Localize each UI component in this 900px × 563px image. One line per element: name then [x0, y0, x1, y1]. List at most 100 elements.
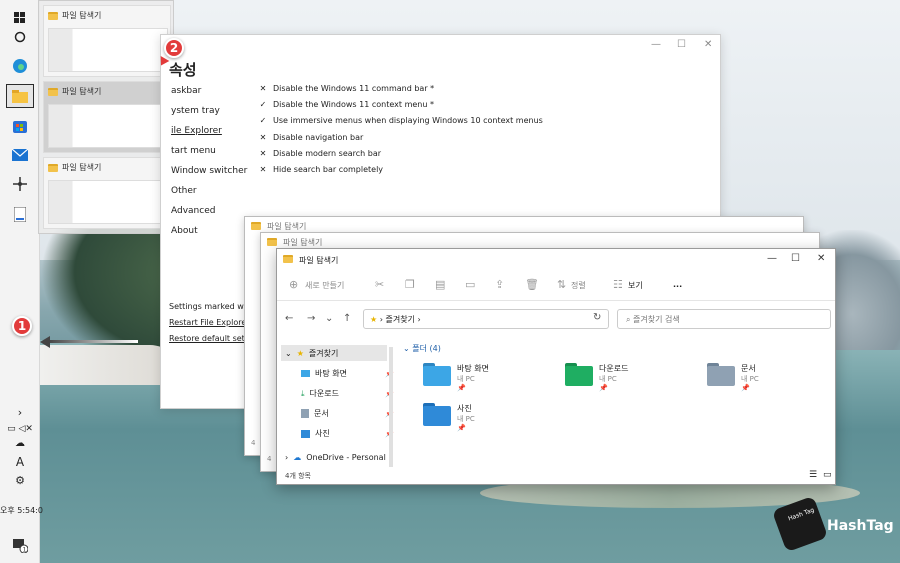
nav-start-menu[interactable]: tart menu — [171, 146, 216, 156]
thumbnail-title: 파일 탐색기 — [62, 163, 102, 172]
address-bar[interactable]: ★ › 즐겨찾기 › — [363, 309, 609, 329]
option-label: Disable the Windows 11 context menu * — [273, 100, 434, 109]
folder-icon — [48, 11, 58, 20]
properties-title: 속성 — [169, 61, 197, 79]
option-row[interactable]: ✕ Disable navigation bar — [259, 133, 364, 142]
option-row[interactable]: ✓ Disable the Windows 11 context menu * — [259, 100, 434, 109]
tile-sub: 내 PC — [741, 375, 759, 383]
file-explorer-icon[interactable] — [6, 84, 34, 108]
view-icon: ☷ — [613, 278, 623, 291]
move-icon[interactable] — [6, 172, 34, 196]
more-button[interactable]: ... — [673, 280, 682, 289]
store-icon[interactable] — [6, 114, 34, 138]
minimize-icon[interactable]: — — [767, 253, 777, 264]
new-button[interactable]: 새로 만들기 — [305, 280, 344, 291]
thumbnail-window[interactable]: 파일 탐색기 — [43, 157, 171, 229]
desktop-icon — [301, 370, 310, 377]
nav-advanced[interactable]: Advanced — [171, 206, 215, 216]
tiles-view-icon[interactable]: ▭ — [823, 470, 832, 480]
taskbar: › ▭ ◁✕ ☁ A ⚙ 오후 5:54:0 1 — [0, 0, 43, 563]
nav-other[interactable]: Other — [171, 186, 197, 196]
section-header[interactable]: ⌄ 폴더 (4) — [403, 343, 441, 354]
sidebar-item-desktop[interactable]: 바탕 화면 📌 — [301, 368, 394, 379]
arrow-head-icon — [40, 336, 50, 348]
search-input[interactable]: ⌕ 즐겨찾기 검색 — [617, 309, 831, 329]
copy-icon[interactable]: ❐ — [405, 278, 415, 291]
sidebar-scrollbar[interactable] — [389, 347, 393, 467]
star-icon: ★ — [370, 315, 378, 324]
sort-icon: ⇅ — [557, 278, 567, 291]
status-count: 4 — [267, 455, 272, 463]
forward-icon[interactable]: → — [307, 313, 315, 324]
nav-about[interactable]: About — [171, 226, 198, 236]
cut-icon[interactable]: ✂ — [375, 278, 384, 291]
mail-icon[interactable] — [6, 143, 34, 167]
tile-name: 문서 — [741, 364, 756, 373]
minimize-icon[interactable]: — — [651, 39, 661, 50]
file-explorer-window: 파일 탐색기 — ☐ ✕ ⊕ 새로 만들기 ✂ ❐ ▤ ▭ ⇪ 🗑 ⇅ 정렬 ☷… — [276, 248, 836, 485]
maximize-icon[interactable]: ☐ — [677, 39, 686, 50]
rename-icon[interactable]: ▭ — [465, 278, 475, 291]
close-icon[interactable]: ✕ — [704, 39, 712, 50]
paste-icon[interactable]: ▤ — [435, 278, 445, 291]
taskbar-clock[interactable]: 오후 5:54:0 — [0, 505, 43, 516]
nav-window-switcher[interactable]: Window switcher — [171, 166, 247, 176]
notification-icon[interactable]: 1 — [6, 533, 34, 557]
folder-icon — [267, 238, 277, 246]
maximize-icon[interactable]: ☐ — [791, 253, 800, 264]
view-button[interactable]: 보기 — [628, 280, 643, 291]
option-label: Disable the Windows 11 command bar * — [273, 84, 435, 93]
document-app-icon[interactable] — [6, 202, 34, 226]
section-label: 폴더 (4) — [412, 344, 441, 353]
sidebar-item-onedrive[interactable]: › ☁ OneDrive - Personal — [285, 453, 386, 462]
chevron-down-icon[interactable]: ⌄ — [325, 313, 333, 324]
close-icon[interactable]: ✕ — [817, 253, 825, 264]
status-count: 4 — [251, 439, 256, 447]
option-mark: ✕ — [259, 84, 267, 93]
delete-icon[interactable]: 🗑 — [525, 278, 539, 291]
option-mark: ✓ — [259, 100, 267, 109]
tile-sub: 내 PC — [599, 375, 617, 383]
back-icon[interactable]: ← — [285, 313, 293, 324]
sidebar-item-downloads[interactable]: ⤓ 다운로드 📌 — [301, 388, 394, 399]
option-row[interactable]: ✕ Disable modern search bar — [259, 149, 381, 158]
folder-tile-documents[interactable]: 문서 내 PC 📌 — [707, 363, 759, 392]
gear-icon[interactable]: ⚙ — [6, 468, 34, 492]
refresh-icon[interactable]: ↻ — [593, 312, 601, 323]
nav-system-tray[interactable]: ystem tray — [171, 106, 220, 116]
tile-name: 바탕 화면 — [457, 364, 489, 373]
settings-note: Settings marked with — [169, 302, 255, 311]
nav-file-explorer[interactable]: ile Explorer — [171, 126, 222, 136]
folder-tile-pictures[interactable]: 사진 내 PC 📌 — [423, 403, 475, 432]
pin-icon: 📌 — [457, 384, 466, 392]
sidebar-item-favorites[interactable]: ⌄ ★ 즐겨찾기 — [285, 348, 338, 359]
sort-button[interactable]: 정렬 — [571, 280, 586, 291]
up-icon[interactable]: ↑ — [343, 313, 351, 324]
sidebar-label: 문서 — [314, 409, 329, 418]
edge-icon[interactable] — [6, 54, 34, 78]
search-icon[interactable] — [6, 25, 34, 49]
nav-taskbar[interactable]: askbar — [171, 86, 201, 96]
share-icon[interactable]: ⇪ — [495, 278, 504, 291]
folder-tile-downloads[interactable]: 다운로드 내 PC 📌 — [565, 363, 628, 392]
folder-tile-desktop[interactable]: 바탕 화면 내 PC 📌 — [423, 363, 489, 392]
sidebar-label: 즐겨찾기 — [308, 349, 339, 358]
documents-folder-icon — [707, 363, 735, 387]
hashtag-brand: HashTag — [827, 518, 894, 534]
option-row[interactable]: ✕ Disable the Windows 11 command bar * — [259, 84, 435, 93]
option-row[interactable]: ✓ Use immersive menus when displaying Win… — [259, 116, 543, 125]
download-folder-icon — [565, 363, 593, 387]
folder-icon — [283, 255, 293, 263]
window-title: 파일 탐색기 — [299, 256, 339, 265]
desktop-shore — [40, 345, 180, 385]
thumbnail-window[interactable]: 파일 탐색기 — [43, 5, 171, 77]
sidebar-item-pictures[interactable]: 사진 📌 — [301, 428, 394, 439]
pictures-folder-icon — [423, 403, 451, 427]
svg-text:1: 1 — [23, 547, 27, 554]
sidebar-item-documents[interactable]: 문서 📌 — [301, 408, 394, 419]
thumbnail-window[interactable]: 파일 탐색기 — [43, 81, 171, 153]
details-view-icon[interactable]: ☰ — [809, 470, 817, 480]
thumbnail-title: 파일 탐색기 — [62, 11, 102, 20]
restart-explorer-link[interactable]: Restart File Explorer — [169, 318, 250, 327]
option-row[interactable]: ✕ Hide search bar completely — [259, 165, 383, 174]
